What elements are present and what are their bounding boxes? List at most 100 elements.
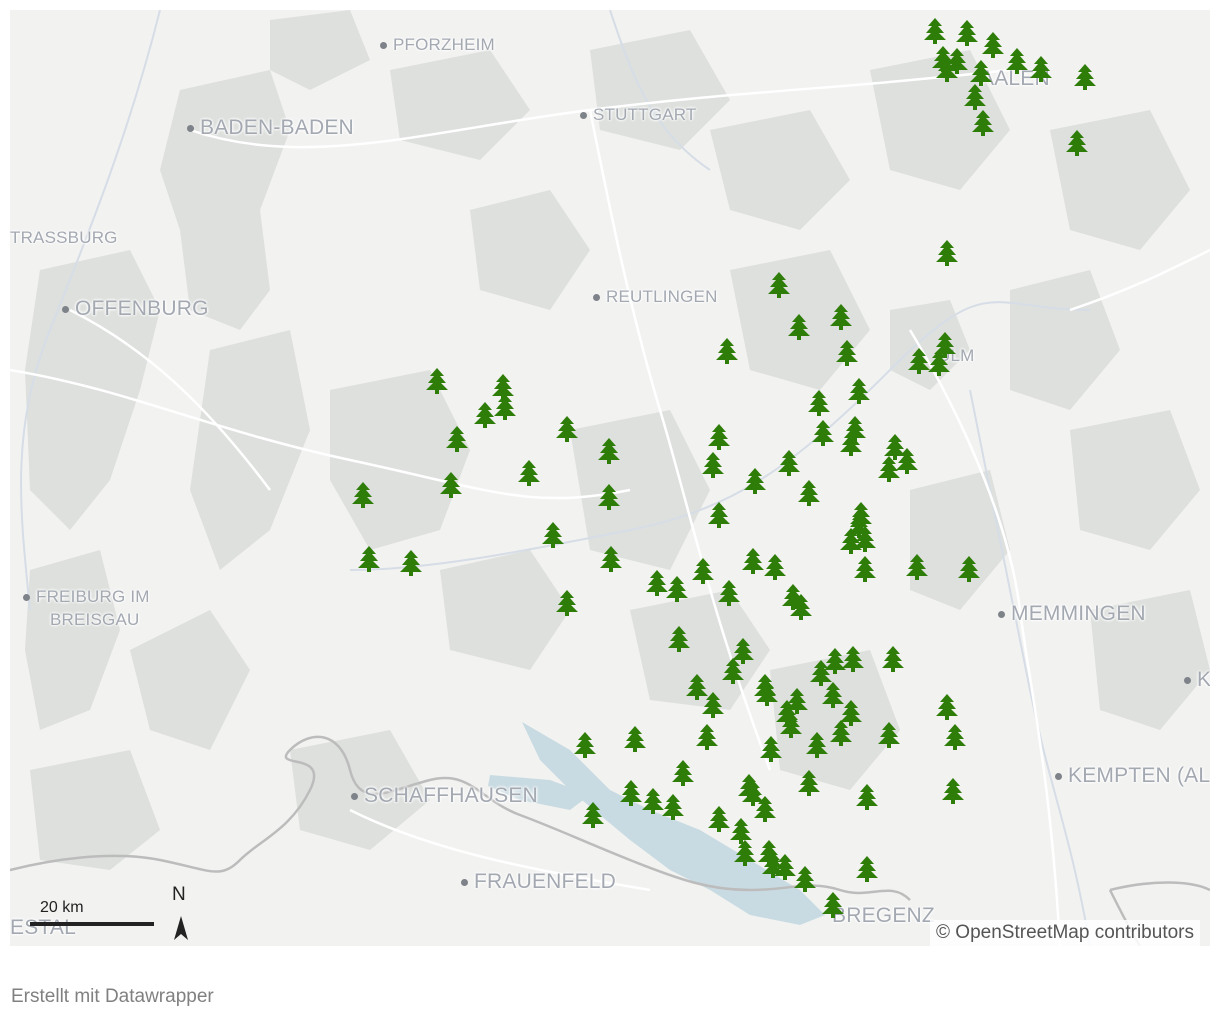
tree-icon[interactable] <box>744 468 766 494</box>
tree-icon[interactable] <box>812 420 834 446</box>
tree-icon[interactable] <box>972 110 994 136</box>
map-attribution[interactable]: © OpenStreetMap contributors <box>930 920 1200 946</box>
tree-icon[interactable] <box>708 502 730 528</box>
tree-icon[interactable] <box>956 20 978 46</box>
tree-icon[interactable] <box>518 460 540 486</box>
tree-icon[interactable] <box>708 806 730 832</box>
tree-icon[interactable] <box>936 240 958 266</box>
tree-icon[interactable] <box>840 430 862 456</box>
tree-icon[interactable] <box>754 796 776 822</box>
tree-icon[interactable] <box>836 340 858 366</box>
tree-icon[interactable] <box>1066 130 1088 156</box>
tree-icon[interactable] <box>790 594 812 620</box>
footer-credit[interactable]: Erstellt mit Datawrapper <box>11 986 214 1008</box>
city-strassburg: TRASSBURG <box>10 228 118 248</box>
tree-icon[interactable] <box>756 680 778 706</box>
tree-icon[interactable] <box>982 32 1004 58</box>
city-baden-baden: BADEN-BADEN <box>187 116 354 140</box>
tree-icon[interactable] <box>722 658 744 684</box>
tree-icon[interactable] <box>702 452 724 478</box>
tree-icon[interactable] <box>692 558 714 584</box>
tree-icon[interactable] <box>598 484 620 510</box>
tree-icon[interactable] <box>760 736 782 762</box>
tree-icon[interactable] <box>908 348 930 374</box>
tree-icon[interactable] <box>1074 64 1096 90</box>
tree-icon[interactable] <box>964 84 986 110</box>
tree-icon[interactable] <box>446 426 468 452</box>
tree-icon[interactable] <box>494 394 516 420</box>
tree-icon[interactable] <box>718 580 740 606</box>
tree-icon[interactable] <box>642 788 664 814</box>
tree-icon[interactable] <box>788 314 810 340</box>
tree-icon[interactable] <box>598 438 620 464</box>
city-kempten: KEMPTEN (AL <box>1055 764 1210 788</box>
tree-icon[interactable] <box>878 722 900 748</box>
tree-icon[interactable] <box>778 450 800 476</box>
city-schaffhausen: SCHAFFHAUSEN <box>351 784 538 808</box>
tree-icon[interactable] <box>928 350 950 376</box>
tree-icon[interactable] <box>806 732 828 758</box>
tree-icon[interactable] <box>842 646 864 672</box>
tree-icon[interactable] <box>666 576 688 602</box>
tree-icon[interactable] <box>1030 56 1052 82</box>
tree-icon[interactable] <box>708 424 730 450</box>
tree-icon[interactable] <box>840 528 862 554</box>
tree-icon[interactable] <box>556 416 578 442</box>
tree-icon[interactable] <box>848 378 870 404</box>
tree-icon[interactable] <box>944 724 966 750</box>
tree-icon[interactable] <box>672 760 694 786</box>
tree-icon[interactable] <box>856 856 878 882</box>
tree-icon[interactable] <box>400 550 422 576</box>
tree-icon[interactable] <box>352 482 374 508</box>
tree-icon[interactable] <box>878 456 900 482</box>
scale-label: 20 km <box>40 899 84 916</box>
tree-icon[interactable] <box>774 854 796 880</box>
tree-icon[interactable] <box>768 272 790 298</box>
tree-icon[interactable] <box>830 304 852 330</box>
tree-icon[interactable] <box>854 556 876 582</box>
tree-icon[interactable] <box>942 778 964 804</box>
scale-bar: 20 km <box>30 898 154 934</box>
tree-icon[interactable] <box>798 770 820 796</box>
tree-icon[interactable] <box>936 694 958 720</box>
tree-icon[interactable] <box>662 794 684 820</box>
tree-icon[interactable] <box>856 784 878 810</box>
tree-icon[interactable] <box>780 712 802 738</box>
tree-icon[interactable] <box>1006 48 1028 74</box>
tree-icon[interactable] <box>556 590 578 616</box>
tree-icon[interactable] <box>600 546 622 572</box>
tree-icon[interactable] <box>426 368 448 394</box>
tree-icon[interactable] <box>574 732 596 758</box>
tree-icon[interactable] <box>646 570 668 596</box>
tree-icon[interactable] <box>620 780 642 806</box>
city-dot <box>998 610 1005 618</box>
tree-icon[interactable] <box>822 892 844 918</box>
tree-icon[interactable] <box>936 56 958 82</box>
tree-icon[interactable] <box>474 402 496 428</box>
tree-icon[interactable] <box>924 18 946 44</box>
tree-icon[interactable] <box>808 390 830 416</box>
city-label: MEMMINGEN <box>1011 602 1146 625</box>
tree-icon[interactable] <box>702 692 724 718</box>
tree-icon[interactable] <box>542 522 564 548</box>
tree-icon[interactable] <box>696 724 718 750</box>
tree-icon[interactable] <box>794 866 816 892</box>
map-canvas[interactable]: PFORZHEIM BADEN-BADEN STUTTGART AALEN TR… <box>10 10 1210 946</box>
tree-icon[interactable] <box>358 546 380 572</box>
tree-icon[interactable] <box>734 840 756 866</box>
tree-icon[interactable] <box>970 60 992 86</box>
city-label: FRAUENFELD <box>474 870 617 893</box>
tree-icon[interactable] <box>764 554 786 580</box>
tree-icon[interactable] <box>582 802 604 828</box>
city-dot <box>380 41 387 49</box>
tree-icon[interactable] <box>798 480 820 506</box>
tree-icon[interactable] <box>742 548 764 574</box>
tree-icon[interactable] <box>668 626 690 652</box>
tree-icon[interactable] <box>958 556 980 582</box>
tree-icon[interactable] <box>716 338 738 364</box>
tree-icon[interactable] <box>440 472 462 498</box>
tree-icon[interactable] <box>624 726 646 752</box>
tree-icon[interactable] <box>906 554 928 580</box>
tree-icon[interactable] <box>830 720 852 746</box>
tree-icon[interactable] <box>882 646 904 672</box>
